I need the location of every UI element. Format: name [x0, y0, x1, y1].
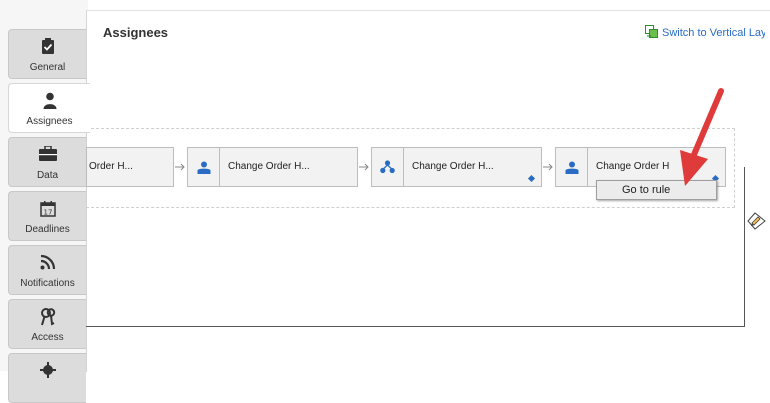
annotation-arrow	[680, 88, 724, 186]
